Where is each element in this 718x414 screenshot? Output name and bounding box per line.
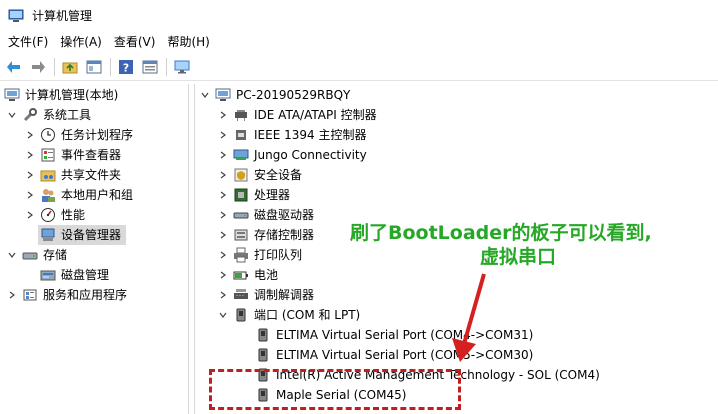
menu-view[interactable]: 查看(V)	[108, 31, 162, 53]
console-tree-pane: 计算机管理(本地) 系统工具 任务计划程序 事件查看器 共享文件夹 本地用户和组…	[0, 84, 189, 414]
device-category-processor[interactable]: 处理器	[217, 185, 517, 205]
properties-button[interactable]	[140, 57, 160, 77]
device-manager-icon	[40, 227, 56, 243]
tree-item-task-scheduler[interactable]: 任务计划程序	[24, 125, 189, 145]
tree-item-performance[interactable]: 性能	[24, 205, 189, 225]
computer-management-icon	[4, 87, 20, 103]
performance-icon	[40, 207, 56, 223]
device-tree-root[interactable]: PC-20190529RBQY	[199, 85, 399, 105]
toolbar-separator	[166, 57, 167, 76]
port-icon	[255, 347, 271, 363]
tree-item-event-viewer[interactable]: 事件查看器	[24, 145, 189, 165]
chevron-down-icon[interactable]	[6, 249, 18, 261]
folder-up-icon	[62, 62, 78, 73]
tree-item-services-applications[interactable]: 服务和应用程序	[6, 285, 189, 305]
back-arrow-icon	[7, 60, 20, 73]
port-icon	[233, 307, 249, 323]
disk-management-icon	[40, 267, 56, 283]
chevron-right-icon[interactable]	[217, 109, 229, 121]
ide-controller-icon	[233, 107, 249, 123]
services-icon	[22, 287, 38, 303]
chevron-right-icon[interactable]	[217, 169, 229, 181]
show-hide-tree-button[interactable]	[84, 57, 104, 77]
properties-icon	[142, 60, 158, 73]
chevron-right-icon[interactable]	[217, 289, 229, 301]
tree-item-disk-management[interactable]: 磁盘管理	[40, 265, 189, 285]
storage-controller-icon	[233, 227, 249, 243]
tree-item-storage[interactable]: 存储	[6, 245, 189, 265]
port-item-eltima-com5[interactable]: ELTIMA Virtual Serial Port (COM5->COM30)	[255, 345, 615, 365]
chevron-right-icon[interactable]	[217, 229, 229, 241]
chevron-right-icon[interactable]	[217, 129, 229, 141]
back-button[interactable]	[4, 57, 24, 77]
chevron-down-icon[interactable]	[217, 309, 229, 321]
chevron-right-icon[interactable]	[6, 289, 18, 301]
ieee1394-icon	[233, 127, 249, 143]
chevron-right-icon[interactable]	[24, 129, 36, 141]
scan-hardware-button[interactable]	[172, 57, 192, 77]
shared-folder-icon	[40, 167, 56, 183]
chevron-right-icon[interactable]	[217, 149, 229, 161]
chevron-right-icon[interactable]	[24, 209, 36, 221]
processor-icon	[233, 187, 249, 203]
device-category-security[interactable]: 安全设备	[217, 165, 517, 185]
help-button[interactable]: ?	[116, 57, 136, 77]
annotation-arrow	[452, 273, 486, 362]
toolbar-separator	[54, 57, 55, 76]
menu-bar: 文件(F) 操作(A) 查看(V) 帮助(H)	[0, 31, 718, 53]
battery-icon	[233, 267, 249, 283]
jungo-icon	[233, 147, 249, 163]
device-category-ieee1394[interactable]: IEEE 1394 主控制器	[217, 125, 517, 145]
tree-item-computer-management[interactable]: 计算机管理(本地)	[4, 85, 189, 105]
device-category-print-queue[interactable]: 打印队列	[217, 245, 517, 265]
annotation-highlight-box	[209, 369, 461, 410]
tree-item-shared-folders[interactable]: 共享文件夹	[24, 165, 189, 185]
tree-item-system-tools[interactable]: 系统工具	[6, 105, 189, 125]
toolbar-separator	[110, 57, 111, 76]
device-category-jungo[interactable]: Jungo Connectivity	[217, 145, 517, 165]
computer-icon	[215, 87, 231, 103]
chevron-right-icon[interactable]	[24, 189, 36, 201]
up-level-button[interactable]	[60, 57, 80, 77]
chevron-right-icon[interactable]	[24, 149, 36, 161]
chevron-down-icon[interactable]	[6, 109, 18, 121]
svg-text:?: ?	[123, 61, 129, 74]
annotation-line-2: 虚拟串口	[480, 246, 557, 268]
modem-icon	[233, 287, 249, 303]
print-queue-icon	[233, 247, 249, 263]
tools-icon	[22, 107, 38, 123]
forward-arrow-icon	[32, 60, 45, 73]
port-item-eltima-com4[interactable]: ELTIMA Virtual Serial Port (COM4->COM31)	[255, 325, 615, 345]
storage-icon	[22, 247, 38, 263]
menu-action[interactable]: 操作(A)	[54, 31, 108, 53]
security-device-icon	[233, 167, 249, 183]
forward-button[interactable]	[28, 57, 48, 77]
event-viewer-icon	[40, 147, 56, 163]
tree-item-device-manager[interactable]: 设备管理器	[38, 225, 126, 245]
chevron-right-icon[interactable]	[217, 249, 229, 261]
clock-icon	[40, 127, 56, 143]
tree-item-local-users-groups[interactable]: 本地用户和组	[24, 185, 189, 205]
toolbar: ?	[0, 53, 718, 81]
chevron-right-icon[interactable]	[217, 209, 229, 221]
disk-drive-icon	[233, 207, 249, 223]
console-tree-icon	[86, 60, 102, 73]
annotation-line-1: 刷了BootLoader的板子可以看到,	[350, 222, 652, 244]
title-bar: 计算机管理	[0, 0, 718, 31]
chevron-right-icon[interactable]	[217, 269, 229, 281]
menu-file[interactable]: 文件(F)	[2, 31, 54, 53]
port-icon	[255, 327, 271, 343]
monitor-scan-icon	[174, 60, 190, 73]
users-icon	[40, 187, 56, 203]
device-category-ide[interactable]: IDE ATA/ATAPI 控制器	[217, 105, 517, 125]
chevron-right-icon[interactable]	[217, 189, 229, 201]
chevron-down-icon[interactable]	[199, 89, 211, 101]
help-icon: ?	[119, 59, 133, 74]
menu-help[interactable]: 帮助(H)	[161, 31, 215, 53]
chevron-right-icon[interactable]	[24, 169, 36, 181]
window-title: 计算机管理	[32, 9, 93, 23]
computer-management-icon	[8, 9, 24, 22]
